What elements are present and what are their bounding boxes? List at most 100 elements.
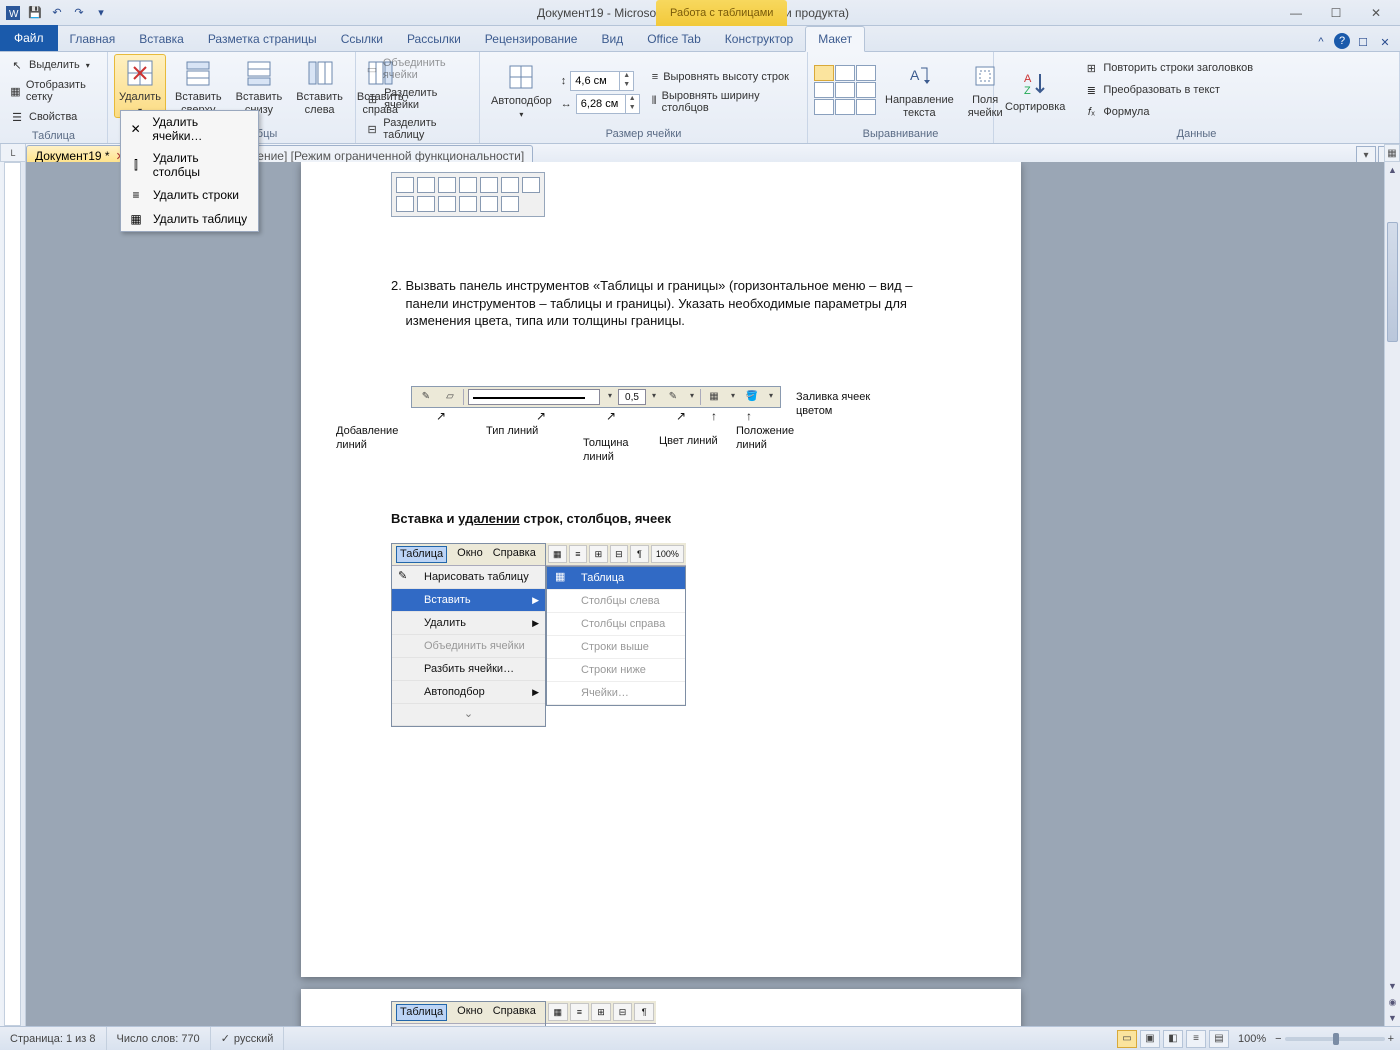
insert-above-icon	[182, 57, 214, 89]
embedded-right-panel: ▦≡⊞⊟¶100% ▦Таблица Столбцы слева Столбцы…	[546, 543, 686, 706]
split-table-button[interactable]: ⊟Разделить таблицу	[362, 114, 473, 144]
tab-tablelayout[interactable]: Макет	[805, 26, 865, 52]
delete-rows-item[interactable]: ≡Удалить строки	[121, 183, 258, 207]
text-direction-icon: A	[903, 60, 935, 92]
embedded-border-palette	[391, 172, 545, 217]
tab-home[interactable]: Главная	[58, 27, 128, 51]
annot-fill: Заливка ячеек цветом	[796, 390, 886, 420]
tab-mailings[interactable]: Рассылки	[395, 27, 473, 51]
outline-view[interactable]: ≡	[1186, 1030, 1206, 1048]
delete-dropdown: ✕Удалить ячейки… ⫿Удалить столбцы ≡Удали…	[120, 110, 259, 232]
autofit-button[interactable]: Автоподбор▾	[486, 58, 557, 122]
embedded-toolbar: ✎ ▱ ▾ 0,5▾ ✎▾ ▦▾ 🪣▾	[411, 386, 781, 408]
fill-icon: 🪣	[741, 388, 763, 406]
dist-rows-icon: ≡	[652, 71, 658, 83]
split-cells-button[interactable]: ⊞Разделить ячейки	[362, 84, 473, 114]
ruler-toggle-icon[interactable]: ▦	[1384, 144, 1400, 162]
embedded-menu: ТаблицаОкноСправка ✎Нарисовать таблицу В…	[391, 543, 546, 727]
annot-add: Добавление линий	[336, 424, 416, 454]
scrollbar-thumb[interactable]	[1387, 222, 1398, 342]
word-icon: W	[4, 4, 22, 22]
svg-text:Z: Z	[1024, 85, 1031, 96]
ribbon-close-icon[interactable]: ✕	[1376, 33, 1394, 51]
close-button[interactable]: ✕	[1362, 4, 1390, 22]
scroll-up-icon[interactable]: ▲	[1385, 162, 1400, 178]
group-data: AZСортировка ⊞Повторить строки заголовко…	[994, 52, 1400, 143]
svg-text:A: A	[910, 67, 920, 83]
gridlines-button[interactable]: ▦Отобразить сетку	[6, 76, 101, 106]
row-height-input[interactable]: ▲▼	[570, 71, 634, 91]
cursor-icon: ↖	[9, 57, 25, 73]
delete-cells-item[interactable]: ✕Удалить ячейки…	[121, 111, 258, 147]
zoom-level[interactable]: 100%	[1238, 1033, 1266, 1045]
maximize-button[interactable]: ☐	[1322, 4, 1350, 22]
fullscreen-view[interactable]: ▣	[1140, 1030, 1160, 1048]
draft-view[interactable]: ▤	[1209, 1030, 1229, 1048]
delete-cells-icon: ✕	[127, 121, 144, 137]
delete-columns-icon: ⫿	[127, 157, 145, 173]
redo-icon[interactable]: ↷	[70, 4, 88, 22]
properties-button[interactable]: ☰Свойства	[6, 106, 101, 128]
annot-pos: Положение линий	[736, 424, 806, 454]
tab-view[interactable]: Вид	[589, 27, 635, 51]
vertical-ruler[interactable]	[0, 162, 26, 1026]
tab-review[interactable]: Рецензирование	[473, 27, 590, 51]
tab-layout[interactable]: Разметка страницы	[196, 27, 329, 51]
embedded-menu-2: ТаблицаОкноСправка ✎Нарисовать таблицу В…	[391, 1001, 546, 1026]
tab-design[interactable]: Конструктор	[713, 27, 805, 51]
document-content[interactable]: 2. Вызвать панель инструментов «Таблицы …	[391, 172, 961, 723]
document-canvas: 2. Вызвать панель инструментов «Таблицы …	[26, 162, 1384, 1026]
quick-access-toolbar: W 💾 ↶ ↷ ▾	[0, 4, 114, 22]
convert-icon: ≣	[1083, 82, 1099, 98]
status-words[interactable]: Число слов: 770	[107, 1027, 211, 1050]
insert-left-button[interactable]: Вставить слева	[291, 54, 348, 119]
prev-page-icon[interactable]: ◉	[1385, 994, 1400, 1010]
list-number: 2.	[391, 278, 402, 293]
alignment-grid[interactable]	[814, 65, 876, 115]
distribute-cols-button[interactable]: ⦀Выровнять ширину столбцов	[650, 88, 801, 116]
file-tab[interactable]: Файл	[0, 25, 58, 51]
vertical-scrollbar[interactable]: ▲ ▼ ◉ ▼	[1384, 162, 1400, 1026]
split-table-icon: ⊟	[365, 121, 379, 137]
web-view[interactable]: ◧	[1163, 1030, 1183, 1048]
tab-insert[interactable]: Вставка	[127, 27, 196, 51]
minimize-button[interactable]: —	[1282, 4, 1310, 22]
print-layout-view[interactable]: ▭	[1117, 1030, 1137, 1048]
formula-button[interactable]: 𝑓ₓФормула	[1080, 101, 1256, 123]
borders-icon: ▦	[703, 388, 725, 406]
distribute-rows-button[interactable]: ≡Выровнять высоту строк	[650, 69, 801, 85]
status-lang[interactable]: ✓русский	[211, 1027, 285, 1050]
convert-text-button[interactable]: ≣Преобразовать в текст	[1080, 79, 1256, 101]
delete-rows-icon: ≡	[127, 187, 145, 203]
tab-references[interactable]: Ссылки	[329, 27, 395, 51]
select-button[interactable]: ↖Выделить▾	[6, 54, 101, 76]
insert-left-icon	[304, 57, 336, 89]
delete-button[interactable]: Удалить ▾	[114, 54, 166, 118]
delete-columns-item[interactable]: ⫿Удалить столбцы	[121, 147, 258, 183]
status-page[interactable]: Страница: 1 из 8	[0, 1027, 107, 1050]
eraser-icon: ▱	[439, 388, 461, 406]
save-icon[interactable]: 💾	[26, 4, 44, 22]
next-page-icon[interactable]: ▼	[1385, 1010, 1400, 1026]
delete-table-item[interactable]: ▦Удалить таблицу	[121, 207, 258, 231]
zoom-in-button[interactable]: +	[1388, 1033, 1394, 1045]
repeat-header-button[interactable]: ⊞Повторить строки заголовков	[1080, 57, 1256, 79]
qat-customize-icon[interactable]: ▾	[92, 4, 110, 22]
help-icon[interactable]: ?	[1334, 33, 1350, 49]
zoom-slider[interactable]	[1285, 1037, 1385, 1041]
minimize-ribbon-icon[interactable]: ^	[1312, 33, 1330, 51]
scroll-down-icon[interactable]: ▼	[1385, 978, 1400, 994]
annot-thick: Толщина линий	[583, 436, 639, 466]
line-size-box: 0,5	[618, 389, 646, 405]
col-width-input[interactable]: ▲▼	[576, 94, 640, 114]
ribbon-restore-icon[interactable]: ☐	[1354, 33, 1372, 51]
tab-officetab[interactable]: Office Tab	[635, 27, 713, 51]
sort-button[interactable]: AZСортировка	[1000, 64, 1070, 117]
page-1: 2. Вызвать панель инструментов «Таблицы …	[301, 162, 1021, 977]
section-heading: Вставка и удалении строк, столбцов, ячее…	[391, 510, 961, 528]
ruler-corner[interactable]: L	[0, 144, 26, 162]
zoom-out-button[interactable]: −	[1275, 1033, 1281, 1045]
text-direction-button[interactable]: AНаправление текста	[880, 57, 959, 122]
merge-cells-button: ▭Объединить ячейки	[362, 54, 473, 84]
undo-icon[interactable]: ↶	[48, 4, 66, 22]
